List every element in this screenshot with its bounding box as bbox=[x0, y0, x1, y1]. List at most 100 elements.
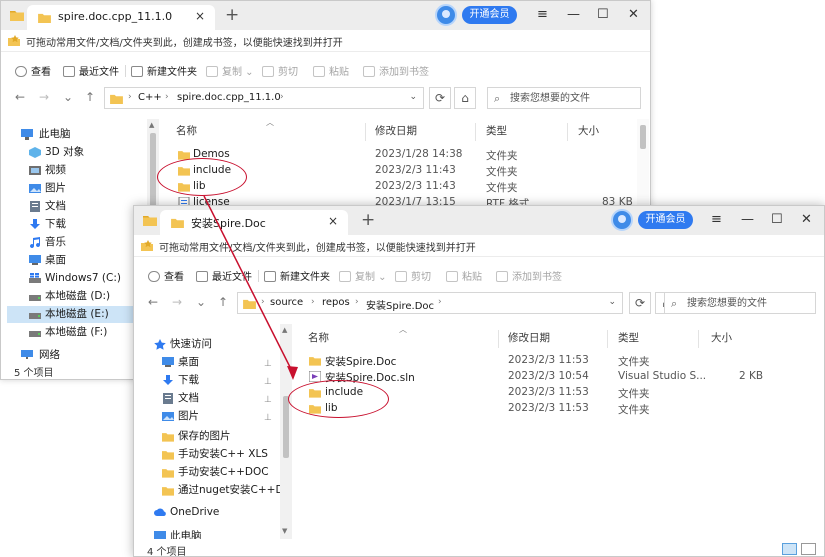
sidebar-item-downloads[interactable]: 下载 bbox=[7, 216, 145, 233]
sidebar-item-saved-pictures[interactable]: 保存的图片 bbox=[140, 428, 278, 445]
minimize-button[interactable]: — bbox=[567, 7, 580, 22]
paste-button[interactable]: 粘贴 bbox=[313, 63, 349, 78]
path-dropdown-icon[interactable]: ⌄ bbox=[409, 92, 417, 102]
copy-button[interactable]: 复制 ⌄ bbox=[206, 63, 254, 78]
search-box[interactable]: ⌕ bbox=[664, 292, 816, 314]
sidebar-scrollbar[interactable]: ▲ ▼ bbox=[280, 324, 292, 539]
breadcrumb-segment[interactable]: 安装Spire.Doc bbox=[366, 297, 434, 312]
sidebar-item-network[interactable]: 网络 bbox=[7, 347, 145, 359]
sidebar-item-drive-c[interactable]: Windows7 (C:) bbox=[7, 270, 145, 287]
tab-close-icon[interactable]: × bbox=[328, 214, 338, 228]
sidebar-item-music[interactable]: 音乐 bbox=[7, 234, 145, 251]
maximize-button[interactable]: ☐ bbox=[597, 7, 609, 22]
column-header-date[interactable]: 修改日期 bbox=[508, 330, 550, 345]
column-header-size[interactable]: 大小 bbox=[711, 330, 732, 345]
sidebar-item-documents[interactable]: 文档 bbox=[7, 198, 145, 215]
sidebar-item-drive-f[interactable]: 本地磁盘 (F:) bbox=[7, 324, 145, 341]
forward-icon[interactable]: → bbox=[39, 90, 49, 104]
close-button[interactable]: ✕ bbox=[801, 212, 812, 227]
add-bookmark-button[interactable]: 添加到书签 bbox=[496, 268, 562, 283]
sidebar-item-this-pc[interactable]: 此电脑 bbox=[140, 528, 278, 539]
vip-button[interactable]: 开通会员 bbox=[638, 211, 693, 229]
breadcrumb-segment[interactable]: source bbox=[270, 297, 303, 308]
recent-files-button[interactable]: 最近文件 bbox=[63, 63, 119, 78]
table-row[interactable]: Demos 2023/1/28 14:38 文件夹 bbox=[162, 147, 637, 163]
scrollbar-thumb[interactable] bbox=[640, 125, 646, 149]
search-box[interactable]: ⌕ bbox=[487, 87, 641, 109]
path-box[interactable]: › C++ › spire.doc.cpp_11.1.0 › ⌄ bbox=[104, 87, 424, 109]
menu-icon[interactable]: ≡ bbox=[711, 212, 722, 227]
sidebar-item-manual-xls[interactable]: 手动安装C++ XLS bbox=[140, 446, 278, 463]
up-icon[interactable]: ↑ bbox=[218, 295, 228, 309]
cut-button[interactable]: 剪切 bbox=[262, 63, 298, 78]
scroll-up-icon[interactable]: ▲ bbox=[149, 121, 154, 129]
menu-icon[interactable]: ≡ bbox=[537, 7, 548, 22]
sidebar-item-manual-doc[interactable]: 手动安装C++DOC bbox=[140, 464, 278, 481]
scroll-down-icon[interactable]: ▼ bbox=[282, 527, 287, 535]
pin-icon[interactable]: ⊥ bbox=[264, 374, 272, 391]
explorer-window-front[interactable]: 安装Spire.Doc × + 开通会员 ≡ — ☐ ✕ 可拖动常用文件/文档/… bbox=[133, 205, 825, 557]
sidebar-item-desktop[interactable]: 桌面 bbox=[7, 252, 145, 269]
minimize-button[interactable]: — bbox=[741, 212, 754, 227]
avatar[interactable] bbox=[435, 4, 457, 26]
sidebar-item-downloads[interactable]: 下载 ⊥ bbox=[140, 372, 278, 389]
sidebar-item-3d-objects[interactable]: 3D 对象 bbox=[7, 144, 145, 161]
column-header-type[interactable]: 类型 bbox=[486, 123, 507, 138]
paste-button[interactable]: 粘贴 bbox=[446, 268, 482, 283]
forward-icon[interactable]: → bbox=[172, 295, 182, 309]
pin-icon[interactable]: ⊥ bbox=[264, 356, 272, 373]
vip-button[interactable]: 开通会员 bbox=[462, 6, 517, 24]
sidebar-item-videos[interactable]: 视频 bbox=[7, 162, 145, 179]
view-button[interactable]: 查看 bbox=[15, 63, 51, 78]
column-header-date[interactable]: 修改日期 bbox=[375, 123, 417, 138]
maximize-button[interactable]: ☐ bbox=[771, 212, 783, 227]
refresh-button[interactable]: ⟳ bbox=[429, 87, 451, 109]
up-icon[interactable]: ↑ bbox=[85, 90, 95, 104]
recent-locations-icon[interactable]: ⌄ bbox=[63, 90, 73, 104]
home-button[interactable]: ⌂ bbox=[454, 87, 476, 109]
cut-button[interactable]: 剪切 bbox=[395, 268, 431, 283]
sidebar-item-documents[interactable]: 文档 ⊥ bbox=[140, 390, 278, 407]
new-tab-button[interactable]: + bbox=[225, 5, 239, 25]
column-header-type[interactable]: 类型 bbox=[618, 330, 639, 345]
copy-button[interactable]: 复制 ⌄ bbox=[339, 268, 387, 283]
new-tab-button[interactable]: + bbox=[361, 210, 375, 230]
sidebar-item-drive-e[interactable]: 本地磁盘 (E:) bbox=[7, 306, 145, 323]
breadcrumb-segment[interactable]: C++ bbox=[138, 92, 162, 103]
path-box[interactable]: › source › repos › 安装Spire.Doc › ⌄ bbox=[237, 292, 623, 314]
sidebar-item-onedrive[interactable]: OneDrive bbox=[140, 504, 278, 521]
new-folder-button[interactable]: 新建文件夹 bbox=[264, 268, 330, 283]
sidebar-item-pictures[interactable]: 图片 ⊥ bbox=[140, 408, 278, 425]
back-icon[interactable]: ← bbox=[15, 90, 25, 104]
pin-icon[interactable]: ⊥ bbox=[264, 410, 272, 427]
search-input[interactable] bbox=[510, 90, 630, 106]
tab-install-spire-doc[interactable]: 安装Spire.Doc × bbox=[160, 210, 348, 235]
back-icon[interactable]: ← bbox=[148, 295, 158, 309]
scrollbar-thumb[interactable] bbox=[283, 396, 289, 458]
recent-files-button[interactable]: 最近文件 bbox=[196, 268, 252, 283]
tab-spire-doc-cpp[interactable]: spire.doc.cpp_11.1.0 × bbox=[27, 5, 215, 30]
avatar[interactable] bbox=[611, 209, 633, 231]
view-button[interactable]: 查看 bbox=[148, 268, 184, 283]
pin-icon[interactable]: ⊥ bbox=[264, 392, 272, 409]
scroll-up-icon[interactable]: ▲ bbox=[282, 326, 287, 334]
sidebar-item-nuget-doc[interactable]: 通过nuget安装C++DOC bbox=[140, 482, 280, 499]
sidebar-item-pictures[interactable]: 图片 bbox=[7, 180, 145, 197]
recent-locations-icon[interactable]: ⌄ bbox=[196, 295, 206, 309]
column-header-name[interactable]: 名称 bbox=[308, 330, 329, 345]
table-row[interactable]: 安装Spire.Doc 2023/2/3 11:53 文件夹 bbox=[295, 353, 775, 369]
tab-close-icon[interactable]: × bbox=[195, 9, 205, 23]
refresh-button[interactable]: ⟳ bbox=[629, 292, 651, 314]
path-dropdown-icon[interactable]: ⌄ bbox=[608, 297, 616, 307]
sidebar-item-quick-access[interactable]: 快速访问 bbox=[140, 336, 278, 353]
large-icons-view-icon[interactable] bbox=[801, 543, 816, 555]
details-view-icon[interactable] bbox=[782, 543, 797, 555]
sidebar-item-this-pc[interactable]: 此电脑 bbox=[7, 126, 145, 143]
breadcrumb-segment[interactable]: spire.doc.cpp_11.1.0 bbox=[177, 92, 281, 103]
breadcrumb-segment[interactable]: repos bbox=[322, 297, 350, 308]
column-header-name[interactable]: 名称 bbox=[176, 123, 197, 138]
add-bookmark-button[interactable]: 添加到书签 bbox=[363, 63, 429, 78]
close-button[interactable]: ✕ bbox=[628, 7, 639, 22]
column-header-size[interactable]: 大小 bbox=[578, 123, 599, 138]
search-input[interactable] bbox=[687, 295, 807, 311]
